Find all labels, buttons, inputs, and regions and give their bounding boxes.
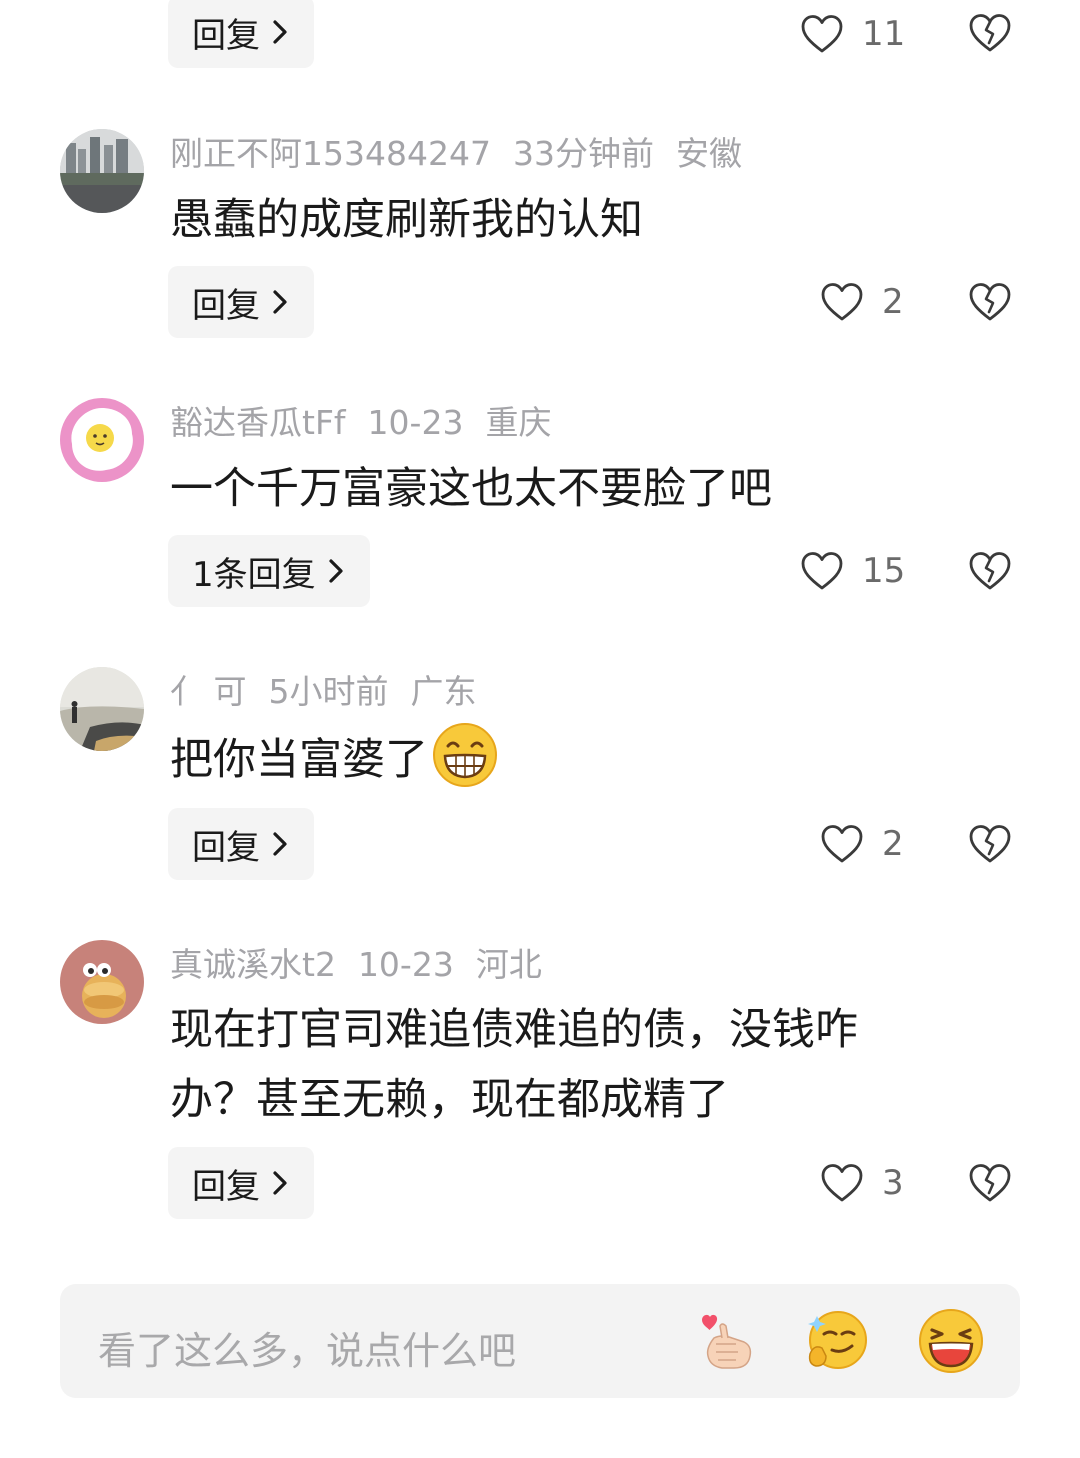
like-button[interactable]: 11: [800, 14, 905, 54]
like-button[interactable]: 15: [800, 551, 905, 591]
chevron-right-icon: [273, 290, 287, 314]
heart-icon: [821, 283, 863, 321]
like-count: 11: [862, 14, 906, 54]
broken-heart-icon[interactable]: [968, 550, 1012, 592]
broken-heart-icon[interactable]: [968, 12, 1012, 54]
username[interactable]: 真诚溪水t2: [170, 945, 336, 984]
heart-icon: [801, 15, 843, 53]
reply-button[interactable]: 1条回复: [168, 535, 370, 607]
heart-icon: [801, 552, 843, 590]
broken-heart-icon[interactable]: [968, 823, 1012, 865]
comment-text: 现在打官司难追债难追的债，没钱咋 办？甚至无赖，现在都成精了: [170, 995, 960, 1135]
like-button[interactable]: 3: [820, 1163, 904, 1203]
reply-label: 回复: [192, 285, 260, 326]
comment-location: 河北: [475, 945, 542, 984]
reply-label: 回复: [192, 1166, 260, 1207]
like-count: 2: [882, 282, 904, 322]
avatar[interactable]: [60, 940, 144, 1024]
finger-heart-emoji-icon[interactable]: [692, 1308, 758, 1374]
comment-time: 33分钟前: [512, 134, 654, 173]
comment-list-screen: 回复 11 刚正不阿153484247 33分钟前安徽 愚蠢的成度刷新我的认知: [0, 0, 1080, 1458]
comment-text: 愚蠢的成度刷新我的认知: [170, 195, 643, 245]
comment-meta: 刚正不阿153484247 33分钟前 安徽: [170, 134, 764, 174]
comment-time: 5小时前: [268, 672, 389, 711]
landscape-person-avatar-icon: [60, 667, 144, 751]
reply-button[interactable]: 回复: [168, 808, 314, 880]
chevron-right-icon: [273, 20, 287, 44]
chevron-right-icon: [273, 1171, 287, 1195]
reply-button[interactable]: 回复: [168, 1147, 314, 1219]
chevron-right-icon: [329, 559, 343, 583]
comment-text-line: 现在打官司难追债难追的债，没钱咋: [170, 1005, 858, 1055]
comment-text-content: 把你当富婆了: [170, 735, 428, 785]
like-count: 3: [882, 1163, 904, 1203]
laughing-emoji-icon[interactable]: [918, 1308, 984, 1374]
comment-input-placeholder[interactable]: 看了这么多，说点什么吧: [98, 1320, 516, 1375]
comment-text-line: 办？甚至无赖，现在都成精了: [170, 1075, 729, 1125]
broken-heart-icon[interactable]: [968, 281, 1012, 323]
like-button[interactable]: 2: [820, 824, 904, 864]
reply-button[interactable]: 回复: [168, 266, 314, 338]
comment-location: 重庆: [485, 403, 552, 442]
avatar[interactable]: [60, 667, 144, 751]
comment-time: 10-23: [367, 403, 464, 442]
like-button[interactable]: 2: [820, 282, 904, 322]
comment-meta: 豁达香瓜tFf 10-23 重庆: [170, 403, 573, 443]
comment-location: 广东: [410, 672, 477, 711]
avatar[interactable]: [60, 129, 144, 213]
grinning-face-emoji-icon: [433, 723, 497, 787]
city-photo-avatar-icon: [60, 129, 144, 213]
avatar[interactable]: [60, 398, 144, 482]
comment-text: 把你当富婆了: [170, 722, 960, 795]
comment-input-bar[interactable]: 看了这么多，说点什么吧: [60, 1284, 1020, 1398]
comment-meta: 真诚溪水t2 10-23 河北: [170, 945, 564, 985]
username[interactable]: 亻 可: [170, 672, 247, 711]
comment-time: 10-23: [357, 945, 454, 984]
like-count: 2: [882, 824, 904, 864]
heart-icon: [821, 825, 863, 863]
reply-button[interactable]: 回复: [168, 0, 314, 68]
like-count: 15: [862, 551, 906, 591]
chevron-right-icon: [273, 832, 287, 856]
username[interactable]: 刚正不阿153484247: [170, 134, 491, 173]
comment-location: 安徽: [675, 134, 742, 173]
comment-text: 一个千万富豪这也太不要脸了吧: [170, 464, 772, 514]
cartoon-burger-avatar-icon: [60, 940, 144, 1024]
reply-label: 回复: [192, 15, 260, 56]
reply-label: 1条回复: [192, 554, 316, 595]
fried-egg-avatar-icon: [60, 398, 144, 482]
username[interactable]: 豁达香瓜tFf: [170, 403, 346, 442]
smirk-thumbs-emoji-icon[interactable]: [804, 1308, 870, 1374]
comment-meta: 亻 可 5小时前 广东: [170, 672, 499, 712]
broken-heart-icon[interactable]: [968, 1162, 1012, 1204]
reply-label: 回复: [192, 827, 260, 868]
heart-icon: [821, 1164, 863, 1202]
